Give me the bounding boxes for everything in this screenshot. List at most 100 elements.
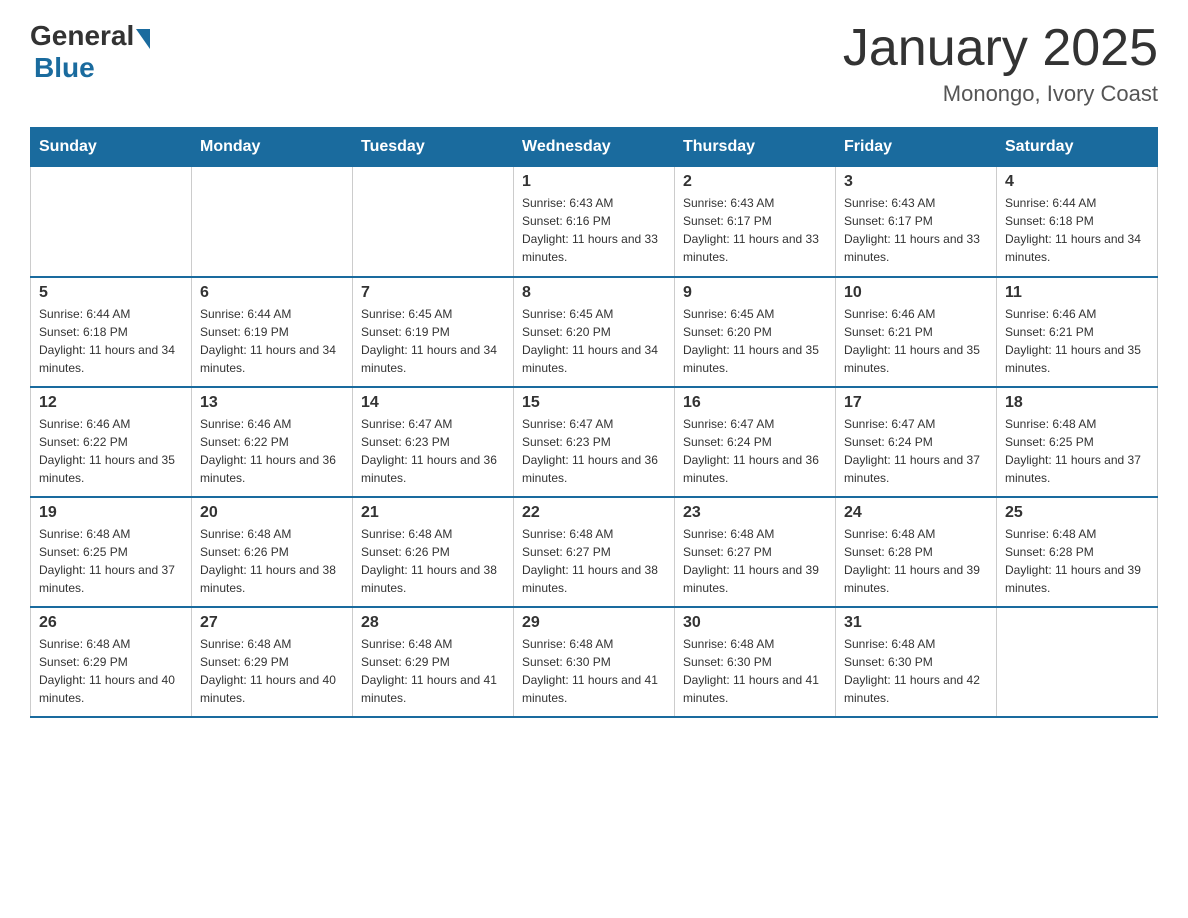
day-info: Sunrise: 6:48 AM Sunset: 6:30 PM Dayligh…	[844, 635, 988, 707]
calendar-cell: 3 Sunrise: 6:43 AM Sunset: 6:17 PM Daylig…	[836, 167, 997, 277]
day-info: Sunrise: 6:48 AM Sunset: 6:29 PM Dayligh…	[200, 635, 344, 707]
calendar-cell: 11Sunrise: 6:46 AM Sunset: 6:21 PM Dayli…	[997, 277, 1158, 387]
day-info: Sunrise: 6:48 AM Sunset: 6:25 PM Dayligh…	[1005, 415, 1149, 487]
day-info: Sunrise: 6:43 AM Sunset: 6:17 PM Dayligh…	[844, 194, 988, 266]
day-number: 9	[683, 284, 827, 302]
calendar-cell: 13 Sunrise: 6:46 AM Sunset: 6:22 PM Dayli…	[192, 387, 353, 497]
day-number: 19	[39, 504, 183, 522]
calendar-week-row: 1Sunrise: 6:43 AM Sunset: 6:16 PM Daylig…	[31, 167, 1158, 277]
logo: General Blue	[30, 20, 150, 84]
day-number: 3	[844, 173, 988, 191]
calendar-cell: 17Sunrise: 6:47 AM Sunset: 6:24 PM Dayli…	[836, 387, 997, 497]
calendar-cell: 29Sunrise: 6:48 AM Sunset: 6:30 PM Dayli…	[514, 607, 675, 717]
logo-arrow-icon	[136, 29, 150, 49]
day-info: Sunrise: 6:46 AM Sunset: 6:22 PM Dayligh…	[200, 415, 344, 487]
day-number: 25	[1005, 504, 1149, 522]
page-header: General Blue January 2025 Monongo, Ivory…	[30, 20, 1158, 107]
calendar-cell	[192, 167, 353, 277]
calendar-cell: 21Sunrise: 6:48 AM Sunset: 6:26 PM Dayli…	[353, 497, 514, 607]
calendar-cell: 7 Sunrise: 6:45 AM Sunset: 6:19 PM Daylig…	[353, 277, 514, 387]
day-info: Sunrise: 6:47 AM Sunset: 6:24 PM Dayligh…	[683, 415, 827, 487]
calendar-cell: 15 Sunrise: 6:47 AM Sunset: 6:23 PM Dayli…	[514, 387, 675, 497]
day-info: Sunrise: 6:43 AM Sunset: 6:17 PM Dayligh…	[683, 194, 827, 266]
day-info: Sunrise: 6:48 AM Sunset: 6:30 PM Dayligh…	[683, 635, 827, 707]
day-number: 7	[361, 284, 505, 302]
day-info: Sunrise: 6:45 AM Sunset: 6:20 PM Dayligh…	[522, 305, 666, 377]
day-number: 23	[683, 504, 827, 522]
day-info: Sunrise: 6:44 AM Sunset: 6:19 PM Dayligh…	[200, 305, 344, 377]
day-number: 27	[200, 614, 344, 632]
day-info: Sunrise: 6:46 AM Sunset: 6:21 PM Dayligh…	[1005, 305, 1149, 377]
day-number: 20	[200, 504, 344, 522]
calendar-cell: 2 Sunrise: 6:43 AM Sunset: 6:17 PM Daylig…	[675, 167, 836, 277]
day-info: Sunrise: 6:48 AM Sunset: 6:28 PM Dayligh…	[844, 525, 988, 597]
calendar-cell: 12Sunrise: 6:46 AM Sunset: 6:22 PM Dayli…	[31, 387, 192, 497]
calendar-cell: 23 Sunrise: 6:48 AM Sunset: 6:27 PM Dayli…	[675, 497, 836, 607]
calendar-cell	[997, 607, 1158, 717]
day-number: 22	[522, 504, 666, 522]
day-number: 2	[683, 173, 827, 191]
calendar-cell: 19 Sunrise: 6:48 AM Sunset: 6:25 PM Dayli…	[31, 497, 192, 607]
day-info: Sunrise: 6:48 AM Sunset: 6:27 PM Dayligh…	[683, 525, 827, 597]
calendar-cell: 4 Sunrise: 6:44 AM Sunset: 6:18 PM Daylig…	[997, 167, 1158, 277]
calendar-cell: 6 Sunrise: 6:44 AM Sunset: 6:19 PM Daylig…	[192, 277, 353, 387]
logo-general-text: General	[30, 20, 134, 52]
calendar-cell: 5Sunrise: 6:44 AM Sunset: 6:18 PM Daylig…	[31, 277, 192, 387]
calendar-header-row: SundayMondayTuesdayWednesdayThursdayFrid…	[31, 128, 1158, 167]
calendar-week-row: 5Sunrise: 6:44 AM Sunset: 6:18 PM Daylig…	[31, 277, 1158, 387]
calendar-cell: 8 Sunrise: 6:45 AM Sunset: 6:20 PM Daylig…	[514, 277, 675, 387]
calendar-cell: 20 Sunrise: 6:48 AM Sunset: 6:26 PM Dayli…	[192, 497, 353, 607]
day-number: 6	[200, 284, 344, 302]
day-number: 8	[522, 284, 666, 302]
logo-blue-text: Blue	[34, 52, 95, 84]
day-info: Sunrise: 6:47 AM Sunset: 6:23 PM Dayligh…	[361, 415, 505, 487]
calendar-cell: 28 Sunrise: 6:48 AM Sunset: 6:29 PM Dayli…	[353, 607, 514, 717]
calendar-cell: 24Sunrise: 6:48 AM Sunset: 6:28 PM Dayli…	[836, 497, 997, 607]
calendar-cell: 10Sunrise: 6:46 AM Sunset: 6:21 PM Dayli…	[836, 277, 997, 387]
day-info: Sunrise: 6:46 AM Sunset: 6:21 PM Dayligh…	[844, 305, 988, 377]
day-info: Sunrise: 6:48 AM Sunset: 6:26 PM Dayligh…	[200, 525, 344, 597]
calendar-cell: 31 Sunrise: 6:48 AM Sunset: 6:30 PM Dayli…	[836, 607, 997, 717]
calendar-day-header: Thursday	[675, 128, 836, 167]
day-info: Sunrise: 6:45 AM Sunset: 6:19 PM Dayligh…	[361, 305, 505, 377]
day-info: Sunrise: 6:48 AM Sunset: 6:30 PM Dayligh…	[522, 635, 666, 707]
day-number: 12	[39, 394, 183, 412]
calendar-week-row: 19 Sunrise: 6:48 AM Sunset: 6:25 PM Dayli…	[31, 497, 1158, 607]
calendar-cell: 18 Sunrise: 6:48 AM Sunset: 6:25 PM Dayli…	[997, 387, 1158, 497]
calendar-week-row: 12 Sunrise: 6:46 AM Sunset: 6:22 PM Dayli…	[31, 387, 1158, 497]
day-number: 5	[39, 284, 183, 302]
calendar-cell: 27 Sunrise: 6:48 AM Sunset: 6:29 PM Dayli…	[192, 607, 353, 717]
title-area: January 2025 Monongo, Ivory Coast	[843, 20, 1158, 107]
calendar-cell	[31, 167, 192, 277]
day-number: 17	[844, 394, 988, 412]
day-number: 13	[200, 394, 344, 412]
day-number: 18	[1005, 394, 1149, 412]
calendar-cell: 9Sunrise: 6:45 AM Sunset: 6:20 PM Daylig…	[675, 277, 836, 387]
calendar-week-row: 26 Sunrise: 6:48 AM Sunset: 6:29 PM Dayli…	[31, 607, 1158, 717]
day-number: 4	[1005, 173, 1149, 191]
day-info: Sunrise: 6:48 AM Sunset: 6:29 PM Dayligh…	[361, 635, 505, 707]
day-info: Sunrise: 6:48 AM Sunset: 6:29 PM Dayligh…	[39, 635, 183, 707]
day-info: Sunrise: 6:48 AM Sunset: 6:27 PM Dayligh…	[522, 525, 666, 597]
calendar-day-header: Sunday	[31, 128, 192, 167]
day-number: 26	[39, 614, 183, 632]
day-number: 16	[683, 394, 827, 412]
day-info: Sunrise: 6:44 AM Sunset: 6:18 PM Dayligh…	[1005, 194, 1149, 266]
day-number: 28	[361, 614, 505, 632]
day-number: 30	[683, 614, 827, 632]
day-number: 31	[844, 614, 988, 632]
day-info: Sunrise: 6:43 AM Sunset: 6:16 PM Dayligh…	[522, 194, 666, 266]
calendar-table: SundayMondayTuesdayWednesdayThursdayFrid…	[30, 127, 1158, 718]
calendar-day-header: Monday	[192, 128, 353, 167]
calendar-subtitle: Monongo, Ivory Coast	[843, 81, 1158, 107]
calendar-cell: 14 Sunrise: 6:47 AM Sunset: 6:23 PM Dayli…	[353, 387, 514, 497]
calendar-day-header: Saturday	[997, 128, 1158, 167]
day-info: Sunrise: 6:47 AM Sunset: 6:23 PM Dayligh…	[522, 415, 666, 487]
day-info: Sunrise: 6:48 AM Sunset: 6:25 PM Dayligh…	[39, 525, 183, 597]
day-number: 14	[361, 394, 505, 412]
calendar-cell	[353, 167, 514, 277]
day-number: 15	[522, 394, 666, 412]
calendar-day-header: Tuesday	[353, 128, 514, 167]
calendar-title: January 2025	[843, 20, 1158, 77]
calendar-cell: 25Sunrise: 6:48 AM Sunset: 6:28 PM Dayli…	[997, 497, 1158, 607]
